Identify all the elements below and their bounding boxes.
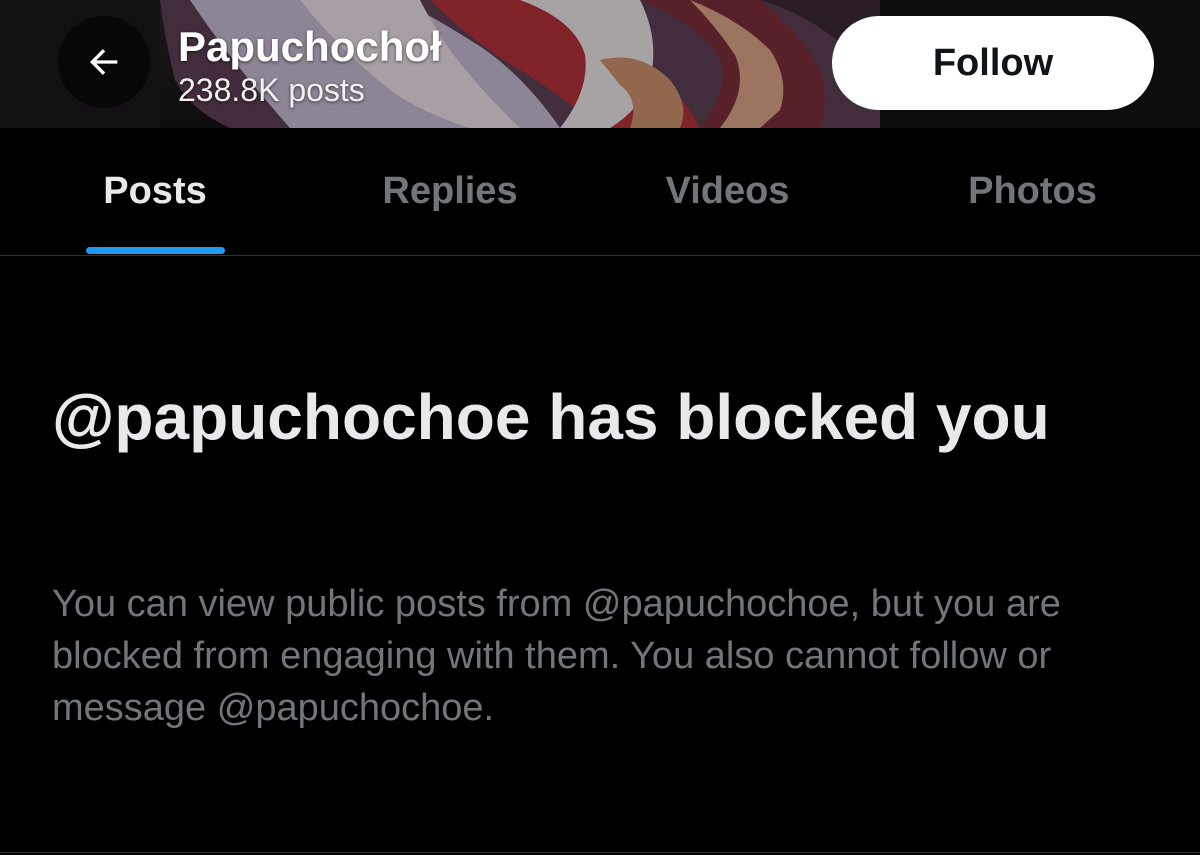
blocked-title: @papuchochoe has blocked you [52, 381, 1050, 453]
tab-posts[interactable]: Posts [0, 128, 310, 255]
tab-videos[interactable]: Videos [590, 128, 865, 255]
blocked-description: You can view public posts from @papuchoc… [52, 583, 1061, 729]
profile-header: Papuchochoł 238.8K posts Follow [0, 0, 1200, 128]
back-button[interactable] [58, 16, 150, 108]
post-count: 238.8K posts [178, 72, 365, 108]
follow-button[interactable]: Follow [832, 16, 1154, 110]
active-tab-indicator [86, 247, 225, 254]
tab-photos[interactable]: Photos [865, 128, 1200, 255]
profile-display-name: Papuchochoł [178, 23, 442, 70]
divider [0, 852, 1200, 853]
arrow-left-icon [89, 49, 118, 75]
profile-tabs: Posts Replies Videos Photos [0, 128, 1200, 256]
tab-replies[interactable]: Replies [310, 128, 590, 255]
